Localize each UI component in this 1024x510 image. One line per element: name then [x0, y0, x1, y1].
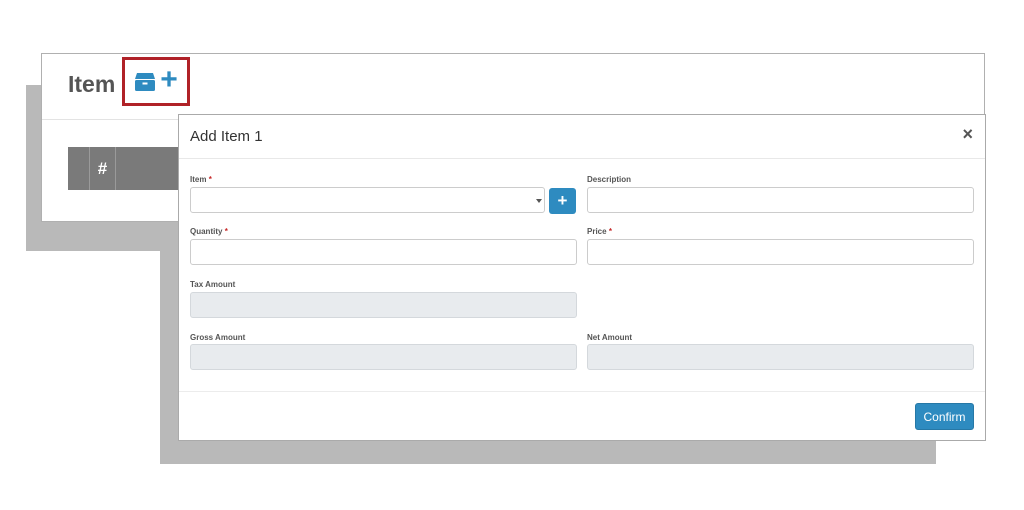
chevron-down-icon: [536, 199, 542, 203]
modal-footer-divider: [179, 391, 985, 392]
quantity-label: Quantity *: [190, 227, 228, 236]
price-label: Price *: [587, 227, 612, 236]
item-select[interactable]: [190, 187, 545, 213]
description-label: Description: [587, 175, 632, 184]
quantity-input[interactable]: [190, 239, 577, 265]
close-icon[interactable]: ×: [962, 125, 973, 143]
gross-amount-field: [190, 344, 577, 370]
add-new-item-button[interactable]: +: [549, 188, 576, 214]
table-header-spacer: [68, 147, 90, 190]
price-input[interactable]: [587, 239, 974, 265]
item-panel-header: Item +: [42, 54, 984, 120]
net-amount-label: Net Amount: [587, 333, 633, 342]
table-header-row: #: [68, 147, 188, 190]
add-item-modal: Add Item 1 × Item * + Description Quanti…: [178, 114, 986, 441]
table-header-number: #: [90, 147, 116, 190]
description-input[interactable]: [587, 187, 974, 213]
gross-amount-label: Gross Amount: [190, 333, 246, 342]
box-icon: [135, 72, 156, 91]
tax-amount-label: Tax Amount: [190, 280, 236, 289]
tax-amount-field: [190, 292, 577, 318]
item-label: Item *: [190, 175, 212, 184]
net-amount-field: [587, 344, 974, 370]
confirm-button[interactable]: Confirm: [915, 403, 974, 430]
add-item-icon-button[interactable]: +: [122, 57, 190, 106]
plus-icon: +: [160, 63, 178, 96]
modal-title: Add Item 1: [190, 128, 263, 145]
modal-header: Add Item 1 ×: [179, 115, 985, 159]
page-title: Item: [68, 71, 116, 97]
